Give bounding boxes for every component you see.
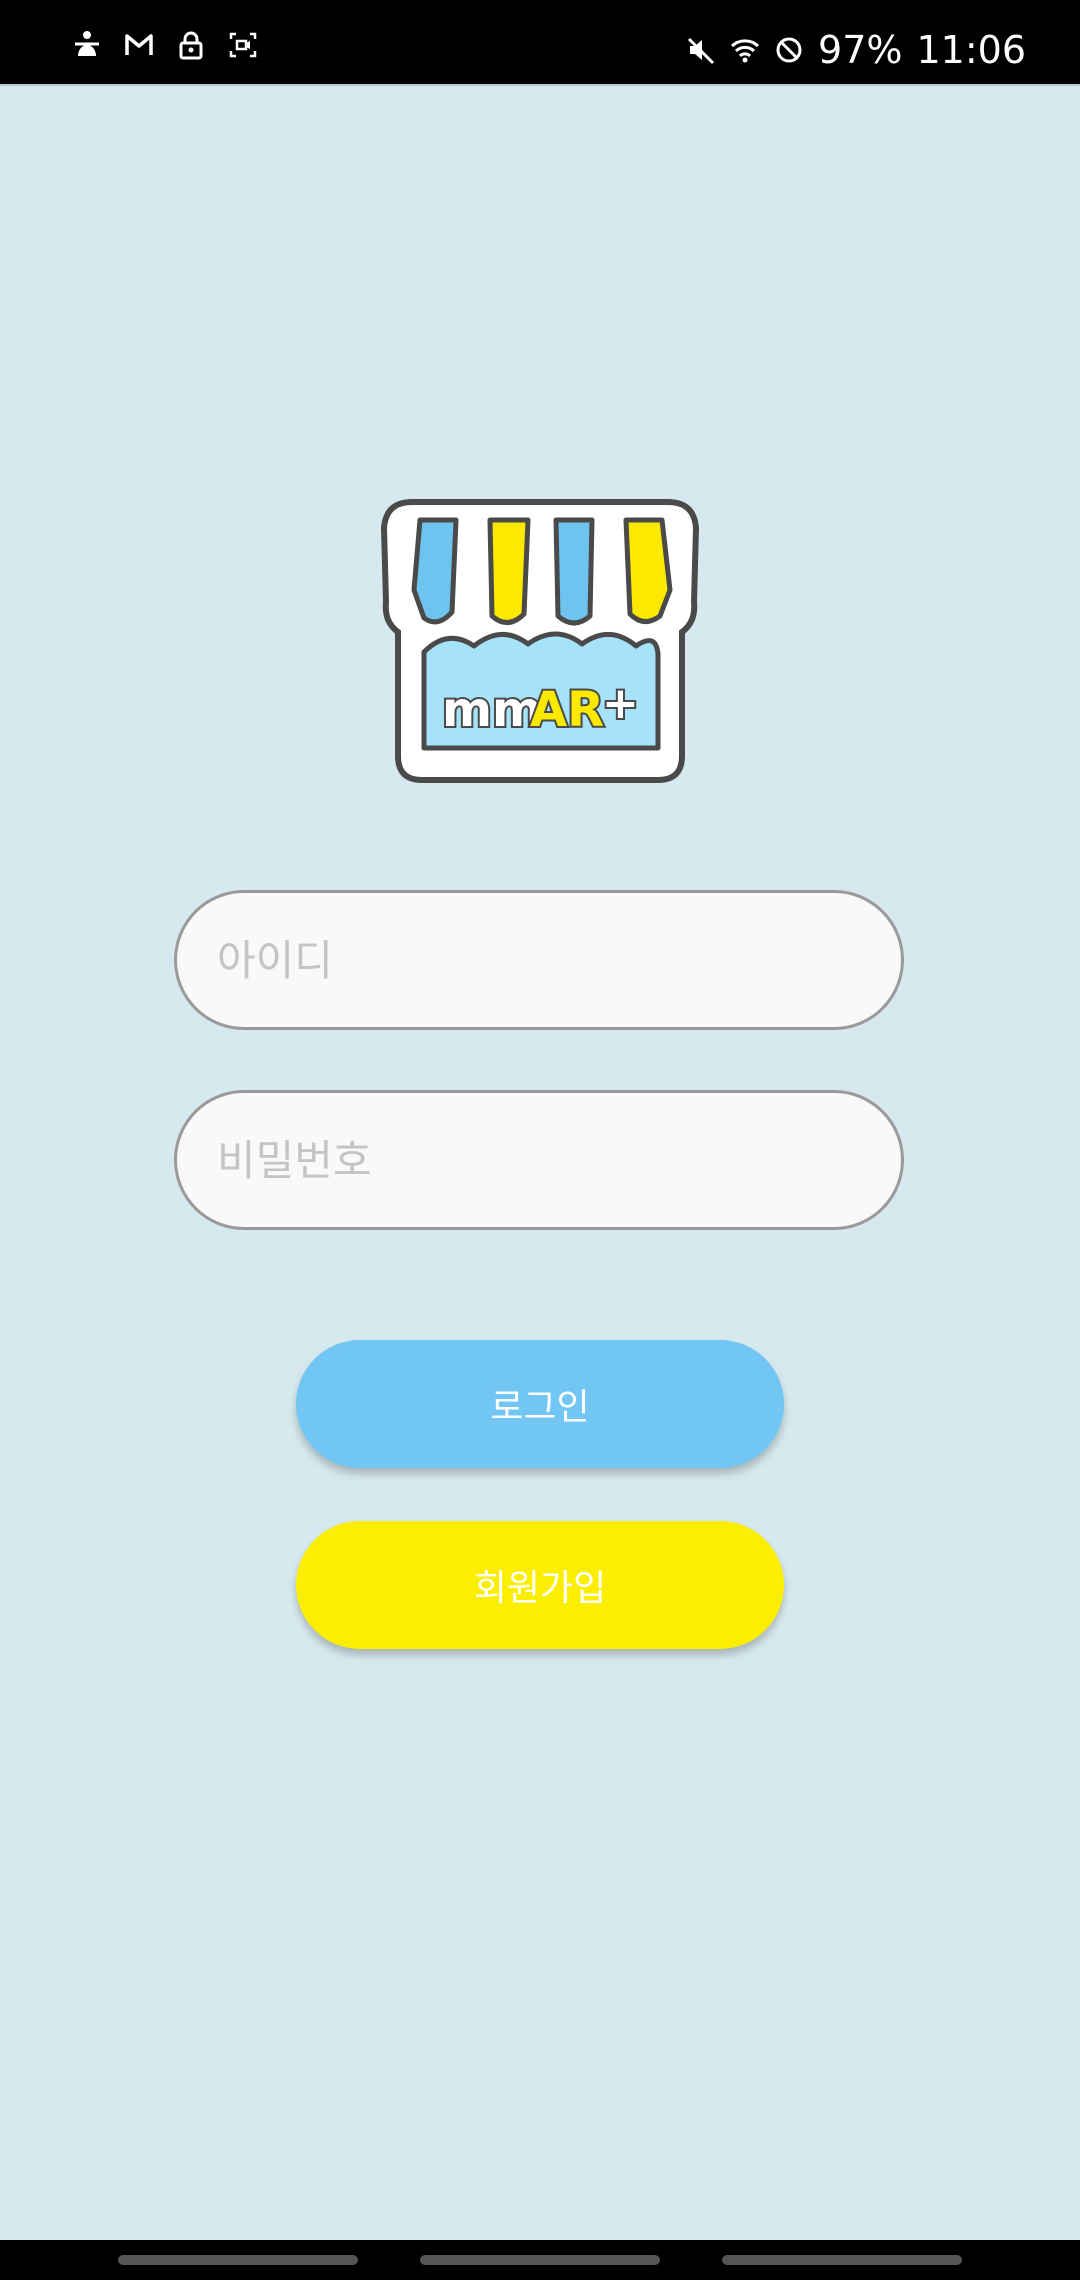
- mute-icon: [686, 35, 716, 65]
- logo-text-plus: +: [602, 678, 639, 729]
- battery-percentage: 97%: [818, 28, 903, 72]
- clock-time: 11:06: [916, 28, 1026, 72]
- navigation-bar: [0, 2240, 1080, 2280]
- logo-text-mm: mm: [442, 682, 542, 738]
- screen-record-icon: [228, 30, 258, 60]
- nav-recents-handle[interactable]: [118, 2255, 358, 2265]
- status-left-icons: [72, 30, 258, 60]
- logo-text-ar: AR: [530, 682, 604, 738]
- nav-home-handle[interactable]: [420, 2255, 660, 2265]
- login-button[interactable]: 로그인: [296, 1340, 784, 1468]
- nav-back-handle[interactable]: [722, 2255, 962, 2265]
- do-not-disturb-icon: [774, 35, 804, 65]
- lock-icon: [176, 30, 206, 60]
- wifi-icon: [730, 35, 760, 65]
- signup-button[interactable]: 회원가입: [296, 1521, 784, 1649]
- password-input[interactable]: [174, 1090, 904, 1230]
- mmart-logo: mm mm AR AR + +: [378, 492, 702, 786]
- status-bar: 97% 11:06: [0, 0, 1080, 86]
- status-right: 97% 11:06: [686, 22, 1026, 78]
- user-id-input[interactable]: [174, 890, 904, 1030]
- accessibility-icon: [72, 30, 102, 60]
- gmail-icon: [124, 30, 154, 60]
